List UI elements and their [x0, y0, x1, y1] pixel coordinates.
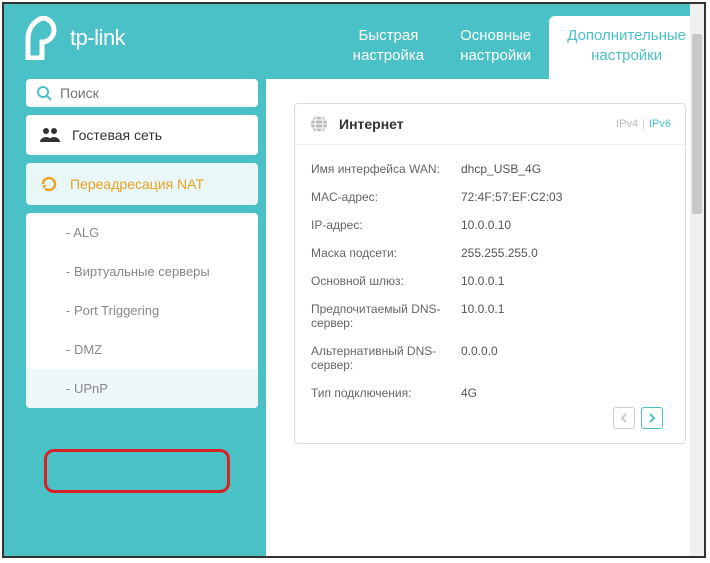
- sidebar-item-label: Гостевая сеть: [72, 127, 162, 143]
- sidebar-sub-dmz[interactable]: - DMZ: [26, 330, 258, 369]
- search-icon: [36, 85, 52, 101]
- row-default-gateway: Основной шлюз:10.0.0.1: [311, 267, 669, 295]
- panel-title: Интернет: [339, 116, 606, 132]
- row-wan-interface: Имя интерфейса WAN:dhcp_USB_4G: [311, 155, 669, 183]
- row-primary-dns: Предпочитаемый DNS-сервер:10.0.0.1: [311, 295, 669, 337]
- ipv4-label[interactable]: IPv4: [616, 118, 638, 130]
- refresh-icon: [40, 175, 58, 193]
- row-connection-type: Тип подключения:4G: [311, 379, 669, 407]
- users-icon: [40, 127, 60, 143]
- row-mac-address: MAC-адрес:72:4F:57:EF:C2:03: [311, 183, 669, 211]
- brand-logo: tp-link: [22, 16, 252, 60]
- sidebar-item-guest-network[interactable]: Гостевая сеть: [26, 115, 258, 155]
- brand-text: tp-link: [70, 25, 125, 51]
- content-panel: Интернет IPv4|IPv6 Имя интерфейса WAN:dh…: [276, 89, 704, 558]
- scrollbar[interactable]: [690, 4, 704, 556]
- tab-quick-setup[interactable]: Быстрая настройка: [335, 16, 442, 79]
- ipv6-label[interactable]: IPv6: [649, 118, 671, 130]
- sidebar-sub-virtual-servers[interactable]: - Виртуальные серверы: [26, 252, 258, 291]
- sidebar-sub-port-triggering[interactable]: - Port Triggering: [26, 291, 258, 330]
- row-secondary-dns: Альтернативный DNS-сервер:0.0.0.0: [311, 337, 669, 379]
- pager-prev-button[interactable]: [613, 407, 635, 429]
- sidebar-sub-upnp[interactable]: - UPnP: [26, 369, 258, 408]
- search-input[interactable]: [60, 85, 248, 101]
- search-box[interactable]: [26, 79, 258, 107]
- tplink-logo-icon: [22, 16, 62, 60]
- globe-icon: [309, 114, 329, 134]
- scrollbar-thumb[interactable]: [692, 34, 702, 214]
- row-ip-address: IP-адрес:10.0.0.10: [311, 211, 669, 239]
- tab-basic-settings[interactable]: Основные настройки: [442, 16, 549, 79]
- ip-version-toggle[interactable]: IPv4|IPv6: [616, 118, 671, 130]
- sidebar-item-label: Переадресация NAT: [70, 176, 204, 192]
- pager-next-button[interactable]: [641, 407, 663, 429]
- sidebar-sub-alg[interactable]: - ALG: [26, 213, 258, 252]
- sidebar-item-nat-forwarding[interactable]: Переадресация NAT: [26, 163, 258, 205]
- row-subnet-mask: Маска подсети:255.255.255.0: [311, 239, 669, 267]
- tab-advanced-settings[interactable]: Дополнительные настройки: [549, 16, 704, 79]
